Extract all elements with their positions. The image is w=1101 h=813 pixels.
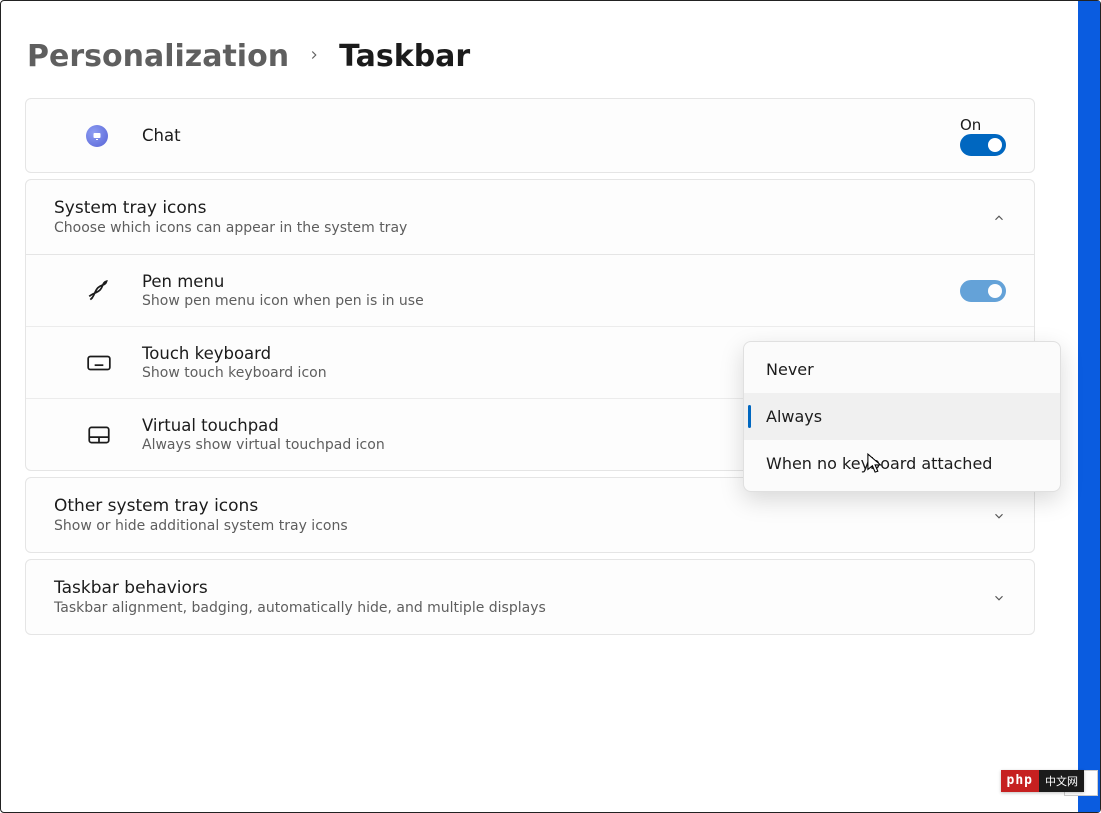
other-tray-title: Other system tray icons xyxy=(54,496,992,516)
chevron-down-icon xyxy=(992,590,1006,604)
system-tray-title: System tray icons xyxy=(54,198,992,218)
behaviors-title: Taskbar behaviors xyxy=(54,578,992,598)
watermark-right: 中文网 xyxy=(1039,770,1084,792)
chat-toggle[interactable] xyxy=(960,134,1006,156)
watermark-left: php xyxy=(1001,770,1039,792)
window-accent-edge xyxy=(1078,1,1100,812)
system-tray-subtitle: Choose which icons can appear in the sys… xyxy=(54,220,992,236)
chevron-up-icon xyxy=(992,210,1006,224)
chat-state-text: On xyxy=(960,116,981,134)
dropdown-option-no-keyboard[interactable]: When no keyboard attached xyxy=(744,440,1060,487)
taskbar-behaviors-section[interactable]: Taskbar behaviors Taskbar alignment, bad… xyxy=(25,559,1035,635)
pen-menu-toggle[interactable] xyxy=(960,280,1006,302)
other-tray-subtitle: Show or hide additional system tray icon… xyxy=(54,518,992,534)
breadcrumb-current: Taskbar xyxy=(339,39,470,74)
pen-menu-subtitle: Show pen menu icon when pen is in use xyxy=(142,293,960,309)
settings-content: Personalization Taskbar Chat On xyxy=(1,1,1059,665)
breadcrumb: Personalization Taskbar xyxy=(27,39,1035,74)
dropdown-option-never[interactable]: Never xyxy=(744,346,1060,393)
keyboard-icon xyxy=(86,350,142,376)
cursor-icon xyxy=(867,453,885,479)
pen-menu-title: Pen menu xyxy=(142,272,960,291)
watermark-badge: php 中文网 xyxy=(1001,770,1084,792)
taskbar-item-chat[interactable]: Chat On xyxy=(25,98,1035,173)
behaviors-subtitle: Taskbar alignment, badging, automaticall… xyxy=(54,600,992,616)
touchpad-icon xyxy=(86,422,142,448)
chevron-right-icon xyxy=(307,46,321,67)
dropdown-option-always[interactable]: Always xyxy=(744,393,1060,440)
system-tray-header[interactable]: System tray icons Choose which icons can… xyxy=(26,180,1034,254)
breadcrumb-parent[interactable]: Personalization xyxy=(27,39,289,74)
chat-label: Chat xyxy=(142,126,960,145)
chat-icon xyxy=(86,125,142,147)
chevron-down-icon xyxy=(992,508,1006,522)
pen-menu-row[interactable]: Pen menu Show pen menu icon when pen is … xyxy=(26,254,1034,326)
pen-icon xyxy=(86,278,142,304)
touch-keyboard-dropdown: Never Always When no keyboard attached xyxy=(743,341,1061,492)
